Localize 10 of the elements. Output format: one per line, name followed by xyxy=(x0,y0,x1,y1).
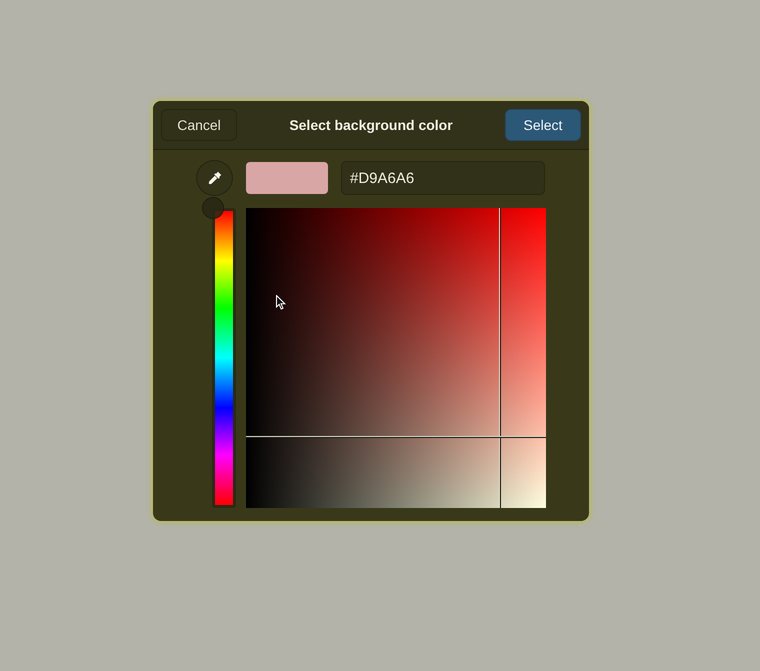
select-button[interactable]: Select xyxy=(505,109,581,141)
color-plane[interactable] xyxy=(246,208,546,508)
hue-slider-track[interactable] xyxy=(202,197,236,508)
eyedropper-icon xyxy=(208,171,222,185)
hex-color-field[interactable]: #D9A6A6 xyxy=(341,161,545,195)
slider-thumb[interactable] xyxy=(202,197,224,219)
mouse-pointer-icon xyxy=(276,295,286,310)
eyedropper-button[interactable] xyxy=(196,160,233,196)
dialog-title: Select background color xyxy=(289,116,453,135)
cancel-button[interactable]: Cancel xyxy=(161,109,237,141)
